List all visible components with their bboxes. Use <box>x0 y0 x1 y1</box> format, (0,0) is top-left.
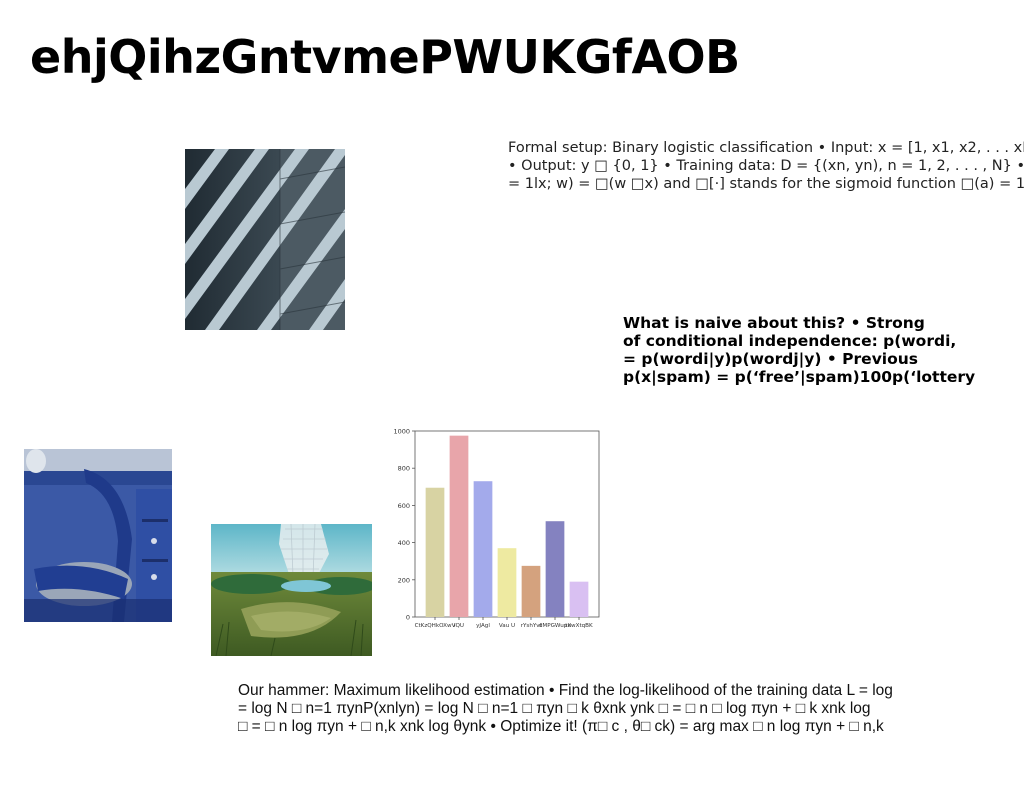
naive-line: What is naive about this? • Strong <box>623 314 925 332</box>
y-tick-label: 200 <box>398 576 410 584</box>
hammer-line: □ = □ n log πyn + □ n,k xnk log θynk • O… <box>238 718 884 735</box>
formal-setup-text: Formal setup: Binary logistic classifica… <box>508 139 1024 193</box>
hammer-line: Our hammer: Maximum likelihood estimatio… <box>238 682 893 699</box>
x-tick-label: Vau U <box>499 623 515 629</box>
x-tick-label: tuwXtqBK <box>565 623 593 629</box>
naive-line: of conditional independence: p(wordi, <box>623 332 957 350</box>
x-tick-label: lQU <box>454 623 464 629</box>
y-tick-label: 400 <box>398 539 410 547</box>
x-tick-label: yJAgl <box>476 623 490 629</box>
landscape-image <box>211 524 372 656</box>
y-tick-label: 0 <box>406 614 410 622</box>
bar-chart: 0 200 400 600 800 1000 CtKzQHkOXwVlQU yJAgl Vau … <box>393 428 600 629</box>
naive-line: p(x|spam) = p(‘free’|spam)100p(‘lottery <box>623 368 976 386</box>
formal-setup-line: Formal setup: Binary logistic classifica… <box>508 140 1024 156</box>
bar <box>473 481 493 617</box>
blue-chair-image <box>24 449 172 622</box>
bar <box>449 435 469 617</box>
hammer-text: Our hammer: Maximum likelihood estimatio… <box>238 682 918 736</box>
y-tick-label: 800 <box>398 465 410 473</box>
formal-setup-line: • Output: y □ {0, 1} • Training data: D … <box>508 158 1024 174</box>
y-tick-label: 1000 <box>393 428 410 436</box>
y-tick-label: 600 <box>398 502 410 510</box>
bar <box>497 548 517 617</box>
bar <box>569 581 589 617</box>
slide-title: ehjQihzGntvmePWUKGfAOB <box>30 30 740 84</box>
naive-line: = p(wordi|y)p(wordj|y) • Previous <box>623 350 919 368</box>
building-facade-image <box>185 149 345 330</box>
naive-bayes-text: What is naive about this? • Strong of co… <box>623 314 1024 386</box>
formal-setup-line: = 1lx; w) = □(w □x) and □[·] stands for … <box>508 176 1024 192</box>
bar <box>521 565 541 617</box>
x-tick-label: CtKzQHkOXwV <box>415 623 456 629</box>
bar <box>425 487 445 617</box>
bar <box>545 521 565 617</box>
hammer-line: = log N □ n=1 πynP(xnlyn) = log N □ n=1 … <box>238 700 871 717</box>
